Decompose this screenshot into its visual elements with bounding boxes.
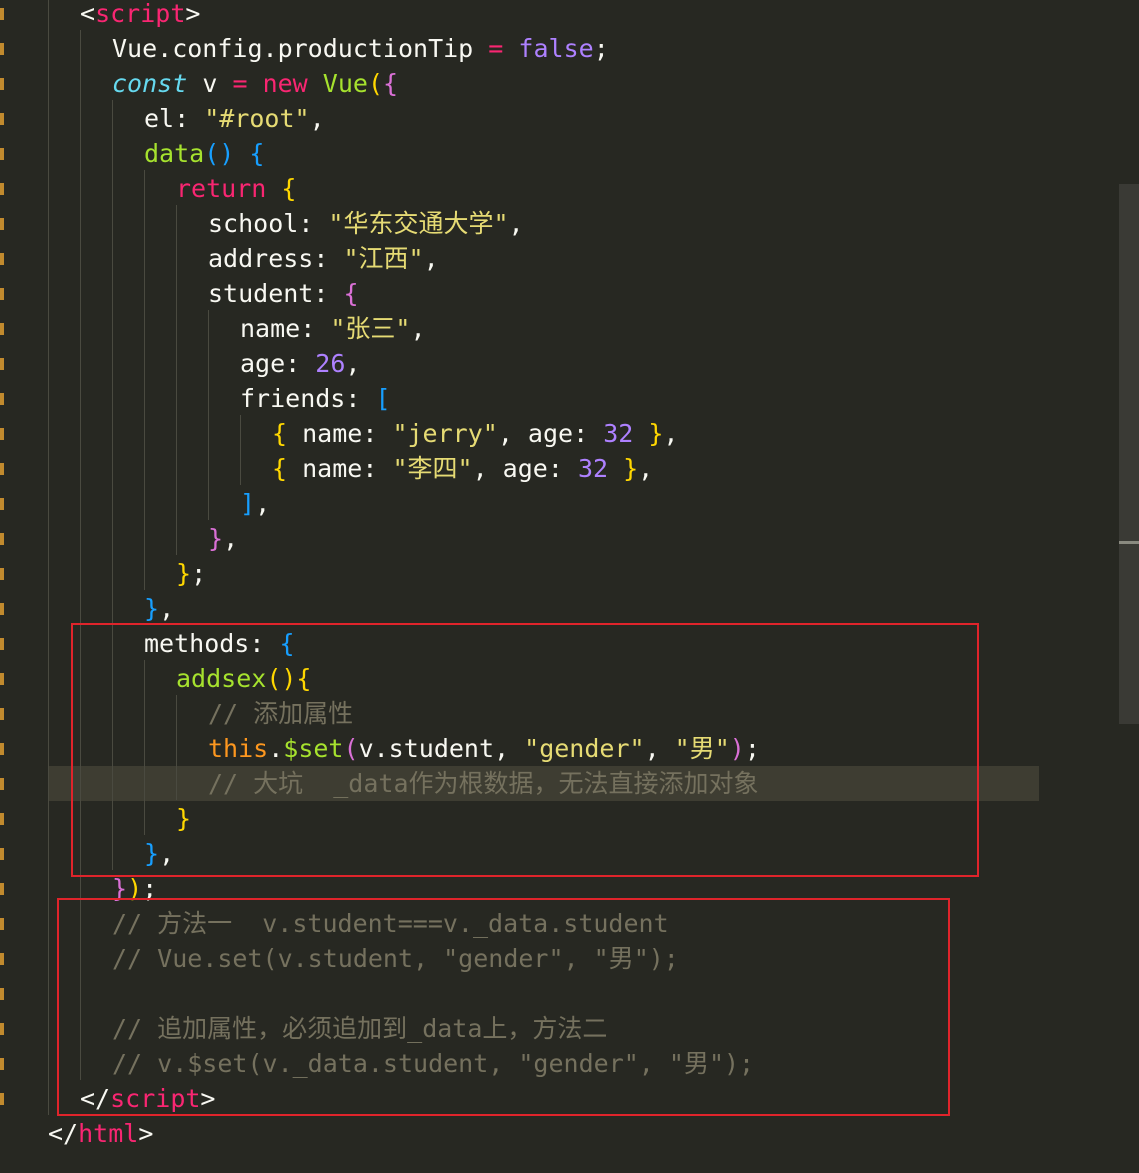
gutter-mark <box>0 43 4 55</box>
gutter-mark <box>0 953 4 965</box>
indent-guide <box>176 205 177 555</box>
gutter-mark <box>0 1023 4 1035</box>
gutter-mark <box>0 463 4 475</box>
gutter-mark <box>0 708 4 720</box>
gutter-mark <box>0 78 4 90</box>
line-number-gutter <box>0 0 4 1173</box>
string-literal: "张三" <box>330 314 411 343</box>
gutter-mark <box>0 253 4 265</box>
gutter-mark <box>0 1058 4 1070</box>
gutter-mark <box>0 883 4 895</box>
number-literal: 32 <box>603 419 634 448</box>
gutter-mark <box>0 743 4 755</box>
string-literal: "华东交通大学" <box>328 209 509 238</box>
property-key: school <box>208 209 299 238</box>
property-key: address <box>208 244 314 273</box>
code-line[interactable]: school: "华东交通大学", <box>208 206 524 241</box>
gutter-mark <box>0 638 4 650</box>
code-line[interactable]: friends: [ <box>240 381 391 416</box>
code-line[interactable]: { name: "jerry", age: 32 }, <box>272 416 678 451</box>
highlight-box-comments <box>57 898 950 1116</box>
gutter-mark <box>0 8 4 20</box>
indent-guide <box>144 170 145 590</box>
code-line[interactable]: Vue.config.productionTip = false; <box>112 31 609 66</box>
vertical-scrollbar[interactable] <box>1119 184 1139 724</box>
gutter-mark <box>0 673 4 685</box>
code-editor[interactable]: <script> Vue.config.productionTip = fals… <box>0 0 1139 1173</box>
code-line[interactable]: student: { <box>208 276 359 311</box>
code-line[interactable]: }, <box>208 521 238 556</box>
property-key: friends <box>240 384 346 413</box>
indent-guide <box>48 0 49 1115</box>
property-key: name <box>240 314 301 343</box>
code-line[interactable]: name: "张三", <box>240 311 426 346</box>
code-line[interactable]: data() { <box>144 136 264 171</box>
property-key: age <box>240 349 286 378</box>
keyword: return <box>176 174 267 203</box>
gutter-mark <box>0 358 4 370</box>
gutter-mark <box>0 918 4 930</box>
property-key: student <box>208 279 314 308</box>
code-line[interactable]: el: "#root", <box>144 101 325 136</box>
gutter-mark <box>0 113 4 125</box>
boolean-literal: false <box>518 34 594 63</box>
code-line[interactable]: }; <box>176 556 206 591</box>
code-line[interactable]: ], <box>240 486 270 521</box>
gutter-mark <box>0 778 4 790</box>
gutter-mark <box>0 218 4 230</box>
number-literal: 32 <box>577 454 609 483</box>
code-line[interactable]: }, <box>144 591 174 626</box>
class-name: Vue <box>322 69 368 98</box>
gutter-mark <box>0 603 4 615</box>
gutter-mark <box>0 498 4 510</box>
gutter-mark <box>0 568 4 580</box>
string-literal: "#root" <box>204 104 310 133</box>
code-line[interactable]: address: "江西", <box>208 241 439 276</box>
property-key: age <box>502 454 548 483</box>
gutter-mark <box>0 533 4 545</box>
gutter-mark <box>0 1093 4 1105</box>
keyword: new <box>262 69 308 98</box>
identifier: Vue.config.productionTip <box>112 34 474 63</box>
identifier: v <box>202 69 218 98</box>
tag-name: script <box>95 0 186 28</box>
function-name: data <box>144 139 205 168</box>
keyword: const <box>112 69 188 98</box>
code-line[interactable]: </html> <box>48 1116 153 1151</box>
property-key: name <box>302 419 363 448</box>
indent-guide <box>208 310 209 520</box>
string-literal: "jerry" <box>392 419 498 448</box>
code-line[interactable]: return { <box>176 171 296 206</box>
code-line[interactable]: const v = new Vue({ <box>112 66 398 101</box>
property-key: name <box>302 454 363 483</box>
gutter-mark <box>0 988 4 1000</box>
property-key: age <box>527 419 574 448</box>
gutter-mark <box>0 148 4 160</box>
code-line[interactable]: <script> <box>80 0 200 31</box>
highlight-box-methods <box>71 623 979 877</box>
gutter-mark <box>0 848 4 860</box>
string-literal: "江西" <box>343 244 424 273</box>
gutter-mark <box>0 288 4 300</box>
indent-guide <box>240 415 241 485</box>
code-line[interactable]: { name: "李四", age: 32 }, <box>272 451 653 486</box>
scrollbar-marker <box>1119 541 1139 544</box>
number-literal: 26 <box>315 349 346 378</box>
gutter-mark <box>0 323 4 335</box>
gutter-mark <box>0 813 4 825</box>
property-key: el <box>144 104 175 133</box>
gutter-mark <box>0 393 4 405</box>
string-literal: "李四" <box>392 454 473 483</box>
gutter-mark <box>0 183 4 195</box>
gutter-mark <box>0 428 4 440</box>
tag-name: html <box>78 1119 139 1148</box>
code-line[interactable]: age: 26, <box>240 346 360 381</box>
